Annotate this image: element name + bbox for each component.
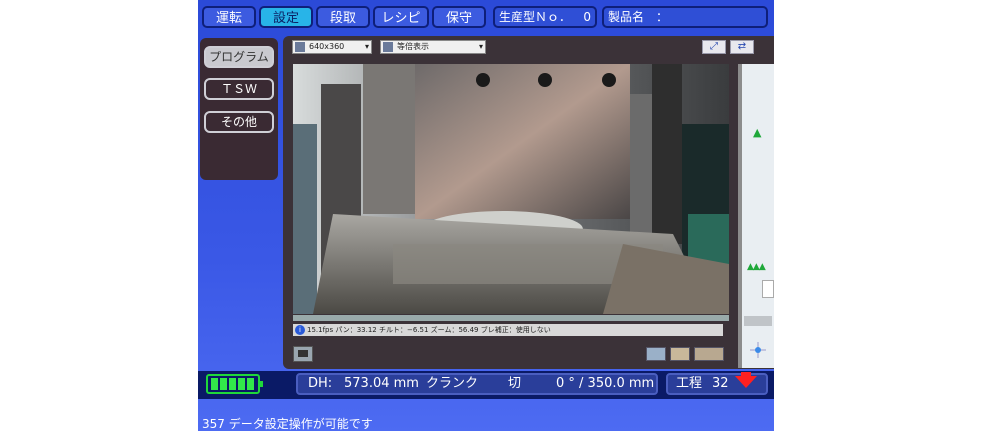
bottom-status-bar: DH: 573.04 mm クランク 切 0 ° / 350.0 mm 工程 3…	[198, 371, 774, 399]
position-readout: DH: 573.04 mm クランク 切 0 ° / 350.0 mm	[296, 373, 658, 395]
tab-setup[interactable]: 段取	[316, 6, 370, 28]
process-label: 工程	[676, 376, 703, 391]
swap-button[interactable]: ⇄	[730, 40, 754, 54]
battery-cell	[238, 378, 245, 390]
snapshot-button[interactable]	[293, 346, 313, 362]
camera-icon	[298, 350, 308, 357]
model-no-box: 生産型Ｎｏ． 0	[493, 6, 597, 28]
view-mode-1-button[interactable]	[646, 347, 666, 361]
tree-icon: ▲	[753, 126, 762, 139]
video-scrollbar[interactable]	[293, 315, 729, 321]
tab-recipe[interactable]: レシピ	[373, 6, 429, 28]
resolution-select[interactable]: 640x360 ▾	[292, 40, 372, 54]
down-arrow-icon	[735, 376, 757, 388]
crank-state: 切	[508, 376, 522, 391]
dh-value: 573.04 mm	[344, 376, 419, 391]
battery-cell	[220, 378, 227, 390]
tab-maintenance[interactable]: 保守	[432, 6, 486, 28]
info-icon: i	[295, 325, 305, 335]
swap-icon: ⇄	[737, 41, 747, 52]
view-mode-2-button[interactable]	[670, 347, 690, 361]
resolution-select-value: 640x360	[309, 42, 345, 51]
product-name-label: 製品名 ：	[608, 10, 669, 24]
model-no-value: 0	[583, 10, 591, 24]
zoom-handle[interactable]	[762, 280, 774, 298]
vertical-scrollbar[interactable]	[738, 64, 742, 368]
app-window: 運転 設定 段取 レシピ 保守 生産型Ｎｏ． 0 製品名 ： プログラム ＴＳＷ…	[198, 0, 774, 431]
model-no-label: 生産型Ｎｏ．	[499, 10, 572, 24]
camera-panel: 640x360 ▾ 等倍表示 ▾ ⤢ ⇄ i 15.1fps パン：33.12 …	[283, 36, 774, 369]
side-menu-other[interactable]: その他	[204, 111, 274, 133]
trees-icon: ▲▲▲	[747, 262, 766, 272]
display-mode-select[interactable]: 等倍表示 ▾	[380, 40, 486, 54]
view-mode-3-button[interactable]	[694, 347, 724, 361]
camera-feed[interactable]	[293, 64, 729, 314]
battery-icon	[206, 374, 263, 394]
view-icon	[383, 42, 393, 52]
side-menu-program[interactable]: プログラム	[204, 46, 274, 68]
dh-label: DH:	[308, 376, 333, 391]
grid-icon	[295, 42, 305, 52]
ptz-control-strip: ▲ ▲▲▲	[738, 64, 774, 368]
machine-image	[293, 64, 729, 314]
angle-value: 0 ° / 350.0 mm	[556, 376, 655, 391]
display-mode-select-value: 等倍表示	[397, 42, 429, 51]
ptz-joystick-icon[interactable]	[750, 342, 766, 358]
side-menu-tsw[interactable]: ＴＳＷ	[204, 78, 274, 100]
battery-cell	[229, 378, 236, 390]
battery-cell	[211, 378, 218, 390]
battery-tip	[260, 381, 263, 387]
process-value: 32	[712, 376, 729, 391]
camera-status-text: 15.1fps パン：33.12 チルト：−6.51 ズーム：56.49 ブレ補…	[307, 326, 551, 334]
camera-status-bar: i 15.1fps パン：33.12 チルト：−6.51 ズーム：56.49 ブ…	[293, 324, 723, 336]
status-message: 357 データ設定操作が可能です	[202, 417, 373, 431]
tab-operation[interactable]: 運転	[202, 6, 256, 28]
side-menu: プログラム ＴＳＷ その他	[200, 38, 278, 180]
pan-slider[interactable]	[744, 316, 772, 326]
chevron-down-icon: ▾	[364, 42, 369, 51]
fullscreen-icon: ⤢	[710, 41, 718, 52]
chevron-down-icon: ▾	[478, 42, 483, 51]
tab-settings[interactable]: 設定	[259, 6, 313, 28]
product-name-box: 製品名 ：	[602, 6, 768, 28]
fullscreen-button[interactable]: ⤢	[702, 40, 726, 54]
crank-label: クランク	[426, 376, 479, 391]
battery-cell	[247, 378, 254, 390]
